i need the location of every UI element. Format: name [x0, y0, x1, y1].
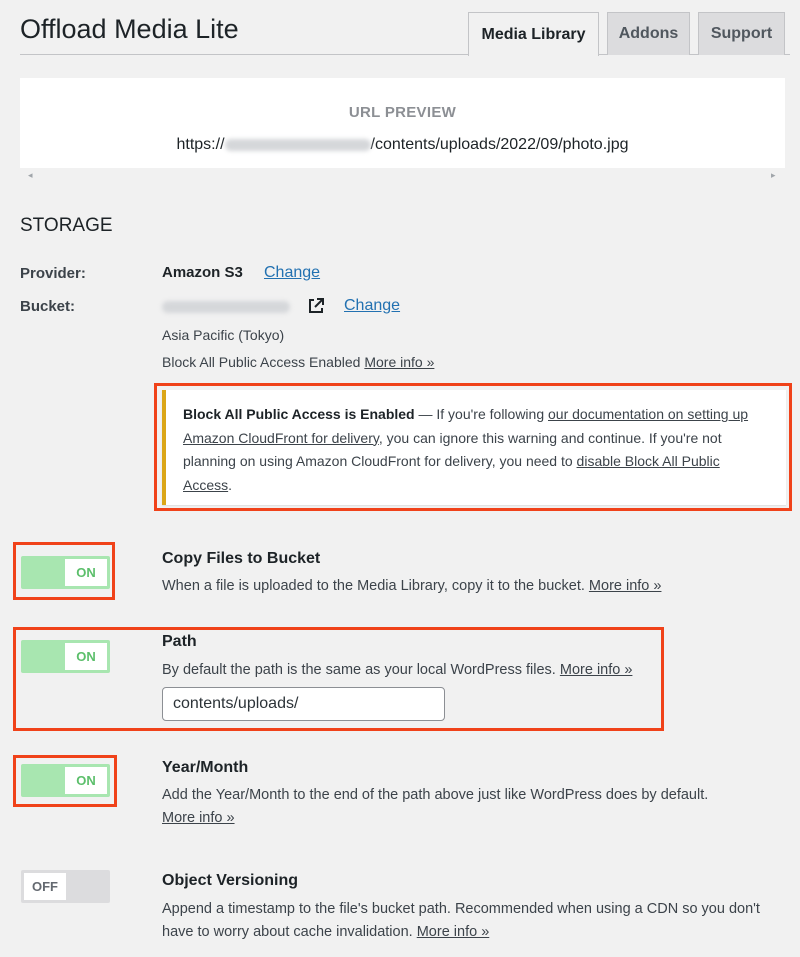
- path-title: Path: [162, 633, 197, 650]
- object-versioning-desc: Append a timestamp to the file's bucket …: [162, 898, 772, 944]
- public-access-warning: Block All Public Access is Enabled — If …: [162, 390, 786, 505]
- path-toggle[interactable]: ON: [21, 640, 110, 673]
- url-preview-value: https:// /contents/uploads/2022/09/photo…: [20, 136, 785, 154]
- toggle-knob: ON: [65, 767, 107, 794]
- bucket-change-link[interactable]: Change: [344, 297, 400, 315]
- blurred-domain: [224, 139, 371, 151]
- toggle-knob: ON: [65, 643, 107, 670]
- warning-title: Block All Public Access is Enabled: [183, 406, 415, 422]
- url-preview-prefix: https://: [176, 136, 225, 153]
- public-access-text: Block All Public Access Enabled: [162, 354, 361, 370]
- provider-change-link[interactable]: Change: [264, 264, 320, 282]
- copy-files-title: Copy Files to Bucket: [162, 550, 321, 567]
- url-preview-suffix: /contents/uploads/2022/09/photo.jpg: [370, 136, 629, 153]
- url-preview-panel: URL PREVIEW https:// /contents/uploads/2…: [20, 78, 785, 168]
- copy-files-toggle[interactable]: ON: [21, 556, 110, 589]
- bucket-region: Asia Pacific (Tokyo): [162, 327, 285, 343]
- path-desc-text: By default the path is the same as your …: [162, 662, 560, 678]
- page-title: Offload Media Lite: [20, 14, 239, 44]
- scroll-right-icon[interactable]: ▸: [771, 170, 776, 181]
- path-desc: By default the path is the same as your …: [162, 659, 632, 682]
- toggle-knob: OFF: [24, 873, 66, 900]
- public-access-more-link[interactable]: More info »: [364, 354, 434, 370]
- bucket-label: Bucket:: [20, 298, 76, 315]
- path-more-link[interactable]: More info »: [560, 662, 633, 678]
- tab-support[interactable]: Support: [698, 12, 785, 55]
- object-versioning-title: Object Versioning: [162, 872, 299, 889]
- copy-files-desc-text: When a file is uploaded to the Media Lib…: [162, 578, 589, 594]
- tab-addons[interactable]: Addons: [607, 12, 690, 55]
- blurred-bucket-name: [162, 301, 290, 313]
- object-versioning-toggle[interactable]: OFF: [21, 870, 110, 903]
- year-month-more-link[interactable]: More info »: [162, 810, 235, 826]
- year-month-desc: Add the Year/Month to the end of the pat…: [162, 784, 762, 830]
- warning-text-1: — If you're following: [414, 406, 549, 422]
- year-month-toggle[interactable]: ON: [21, 764, 110, 797]
- path-input[interactable]: [162, 687, 445, 721]
- object-versioning-more-link[interactable]: More info »: [417, 924, 490, 940]
- public-access-status: Block All Public Access Enabled More inf…: [162, 354, 434, 370]
- year-month-title: Year/Month: [162, 759, 249, 776]
- external-link-icon[interactable]: [307, 297, 325, 315]
- storage-section-title: STORAGE: [20, 215, 113, 236]
- scroll-left-icon[interactable]: ◂: [28, 170, 33, 181]
- copy-files-more-link[interactable]: More info »: [589, 578, 662, 594]
- provider-label: Provider:: [20, 265, 86, 282]
- year-month-desc-text: Add the Year/Month to the end of the pat…: [162, 787, 709, 803]
- warning-text-3: .: [228, 476, 233, 493]
- tab-media-library[interactable]: Media Library: [468, 12, 599, 56]
- copy-files-desc: When a file is uploaded to the Media Lib…: [162, 575, 661, 598]
- provider-value: Amazon S3: [162, 264, 243, 281]
- url-preview-label: URL PREVIEW: [348, 104, 457, 121]
- toggle-knob: ON: [65, 559, 107, 586]
